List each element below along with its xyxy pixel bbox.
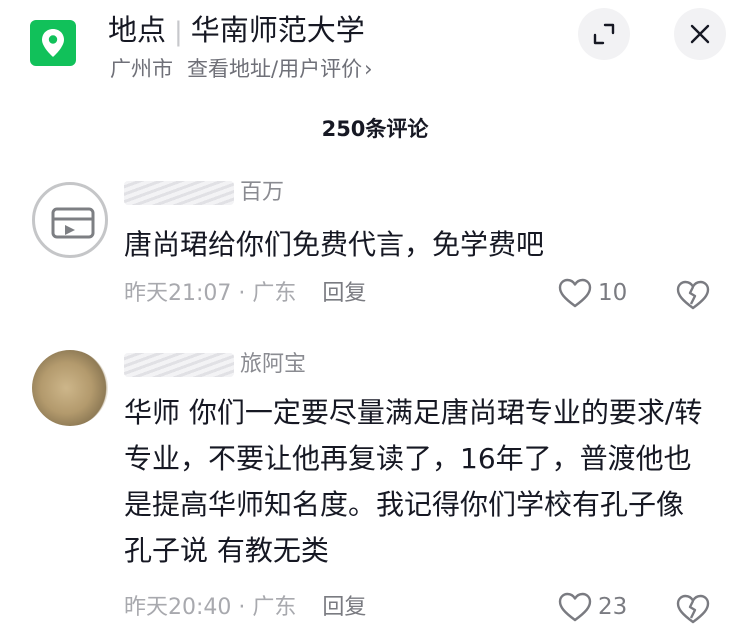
comment-meta: 昨天21:07 · 广东 回复 [124,281,367,306]
comment-text: 华师 你们一定要尽量满足唐尚珺专业的要求/转专业，不要让他再复读了，16年了，普… [124,396,703,567]
like-count: 23 [598,594,628,620]
dislike-button[interactable] [676,594,710,628]
location-pin-icon [30,20,76,66]
close-icon [690,24,710,44]
expand-button[interactable] [578,8,630,60]
reply-button[interactable]: 回复 [322,595,366,620]
comment-region: 广东 [252,281,297,306]
place-name: 华南师范大学 [190,13,365,47]
like-count: 10 [598,280,628,306]
comment-username[interactable]: 百万 [124,178,284,208]
broken-heart-icon [676,594,710,624]
heart-outline-icon [558,278,592,308]
comment-username[interactable]: 旅阿宝 [124,350,306,380]
view-address-link[interactable]: 查看地址/用户评价 [187,57,362,81]
comment-time: 昨天21:07 [124,281,232,306]
reply-button[interactable]: 回复 [322,281,366,306]
title-divider: | [174,17,183,47]
broken-heart-icon [676,280,710,310]
comment-time: 昨天20:40 [124,595,232,620]
like-button[interactable]: 23 [558,592,627,622]
close-button[interactable] [674,8,726,60]
heart-outline-icon [558,592,592,622]
comment-text: 唐尚珺给你们免费代言，免学费吧 [124,228,545,261]
dislike-button[interactable] [676,280,710,314]
expand-icon [593,23,615,45]
place-title: 地点 | 华南师范大学 [108,10,365,50]
avatar[interactable] [32,182,108,258]
blurred-name [124,181,234,205]
title-prefix: 地点 [108,13,167,47]
comment-meta: 昨天20:40 · 广东 回复 [124,595,367,620]
avatar[interactable] [32,350,108,426]
like-button[interactable]: 10 [558,278,627,308]
location-header: 地点 | 华南师范大学 广州市 查看地址/用户评价› [0,0,750,100]
comment-region: 广东 [252,595,297,620]
place-subtitle[interactable]: 广州市 查看地址/用户评价› [110,54,372,84]
chevron-right-icon: › [364,57,373,81]
city-label: 广州市 [110,57,173,81]
comment-count: 250条评论 [321,117,429,141]
blurred-name [124,353,234,377]
